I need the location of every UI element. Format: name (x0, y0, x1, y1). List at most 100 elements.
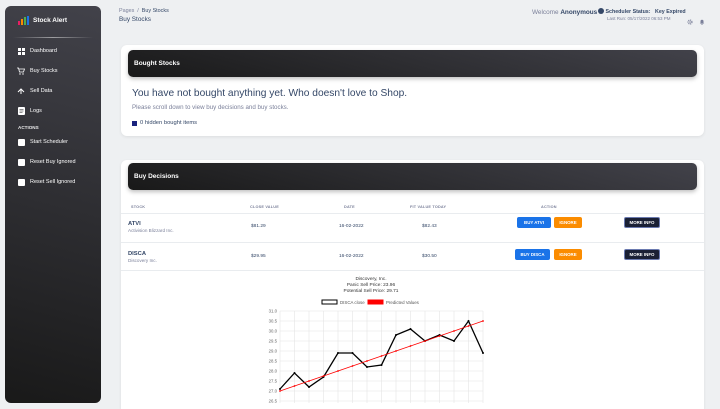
y-tick-label: 29.0 (269, 349, 278, 354)
scheduler-status-label: Scheduler Status: (605, 9, 651, 15)
sidebar-item-label: Logs (30, 108, 42, 114)
page-title: Buy Stocks (119, 16, 151, 23)
sidebar-item-reset-sell-ignored[interactable]: Reset Sell Ignored (5, 172, 101, 192)
stock-symbol: ATVI (128, 221, 141, 227)
y-tick-label: 31.0 (269, 309, 278, 314)
y-tick-label: 28.0 (269, 369, 278, 374)
data-point (467, 320, 470, 322)
fit-value: $82.43 (422, 224, 437, 229)
data-point (308, 380, 310, 382)
sidebar-item-sell-data[interactable]: Sell Data (5, 81, 101, 101)
sidebar-item-start-scheduler[interactable]: Start Scheduler (5, 132, 101, 152)
sidebar-item-label: Dashboard (30, 48, 57, 54)
chart-grid (279, 310, 484, 403)
buy-atvi-button[interactable]: BUY ATVI (517, 217, 551, 228)
chart-title-line: Potential Sell Price: 29.71 (344, 288, 399, 294)
brand[interactable]: Stock Alert (5, 6, 101, 34)
sell-icon (17, 87, 25, 95)
chart-title: Discovery, Inc.Panic Sell Price: 23.96Po… (344, 276, 399, 294)
more-info-atvi-button[interactable]: MORE INFO (624, 217, 660, 228)
square-icon (17, 178, 25, 186)
chart-title-line: Panic Sell Price: 23.96 (347, 282, 396, 288)
column-header-stock: STOCK (131, 205, 146, 209)
square-icon (132, 120, 137, 126)
data-point (337, 370, 339, 372)
user-name: Anonymous (560, 9, 598, 16)
data-point (409, 345, 412, 347)
data-point (337, 352, 339, 354)
y-tick-label: 29.5 (269, 339, 278, 344)
legend-swatch (367, 299, 384, 305)
legend-label: DISCA close (340, 300, 365, 305)
sidebar-item-reset-buy-ignored[interactable]: Reset Buy Ignored (5, 152, 101, 172)
column-header-action: ACTION (541, 205, 557, 209)
scheduler-status-value: Key Expired (655, 9, 686, 15)
y-tick-label: 28.5 (269, 359, 278, 364)
data-point (424, 340, 426, 342)
data-point (366, 366, 368, 368)
close-value: $81.29 (251, 224, 266, 229)
hidden-items-toggle[interactable]: 0 hidden bought items (132, 120, 197, 126)
y-tick-label: 27.0 (269, 389, 278, 394)
data-point (351, 365, 354, 367)
ignore-atvi-button[interactable]: IGNORE (554, 217, 582, 228)
data-point (482, 352, 484, 354)
company-name: Activision Blizzard Inc. (128, 228, 174, 233)
data-point (279, 388, 281, 390)
header-icons (687, 12, 705, 30)
chart-bars-icon (18, 15, 30, 25)
data-point (366, 360, 368, 362)
table-divider (121, 242, 704, 243)
ignore-disca-button[interactable]: IGNORE (554, 249, 582, 260)
column-header-date: DATE (344, 205, 355, 209)
chart-title-line: Discovery, Inc. (355, 276, 386, 282)
date-value: 16-02-2022 (339, 224, 364, 229)
welcome-label: Welcome (532, 9, 559, 16)
sidebar-item-dashboard[interactable]: Dashboard (5, 41, 101, 61)
data-point (279, 390, 281, 392)
buy-disca-button[interactable]: BUY DISCA (515, 249, 550, 260)
dashboard-icon (17, 47, 25, 55)
bell-icon[interactable] (699, 12, 705, 30)
sidebar: Stock Alert Dashboard Buy Stocks Sell Da… (5, 6, 101, 403)
y-tick-label: 30.0 (269, 329, 278, 334)
data-point (322, 375, 325, 377)
stock-symbol: DISCA (128, 251, 147, 257)
close-value: $29.95 (251, 254, 266, 259)
sidebar-item-label: Sell Data (30, 88, 53, 94)
clock-icon (598, 8, 604, 14)
chart-y-ticks: 31.0 30.5 30.0 29.5 29.0 28.5 28.0 27.5 27.0 26.5 (269, 309, 278, 404)
sidebar-item-label: Start Scheduler (30, 139, 68, 145)
brand-label: Stock Alert (33, 16, 68, 24)
data-point (395, 334, 397, 336)
data-point (453, 340, 455, 342)
data-point (482, 320, 484, 322)
date-value: 16-02-2022 (339, 254, 364, 259)
cart-icon (17, 67, 25, 75)
sidebar-item-label: Reset Buy Ignored (30, 159, 76, 165)
table-divider (121, 213, 704, 214)
table-divider (121, 270, 704, 271)
square-icon (17, 158, 25, 166)
gear-icon[interactable] (687, 12, 693, 30)
last-run: Last Run: 05/17/2022 06:53 PM (607, 16, 671, 21)
hidden-items-label: 0 hidden bought items (140, 120, 198, 126)
data-point (351, 352, 354, 354)
breadcrumb-pages[interactable]: Pages (119, 8, 134, 14)
data-point (293, 372, 296, 374)
data-point (395, 350, 397, 352)
data-point (380, 364, 383, 366)
logs-icon (17, 107, 25, 115)
fit-value: $30.50 (422, 254, 437, 259)
bought-stocks-header: Bought Stocks (128, 50, 697, 77)
data-point (453, 330, 455, 332)
sidebar-item-buy-stocks[interactable]: Buy Stocks (5, 61, 101, 81)
welcome-text: Welcome Anonymous (532, 9, 597, 16)
data-point (308, 386, 310, 388)
data-point (293, 385, 296, 387)
more-info-disca-button[interactable]: MORE INFO (624, 249, 660, 260)
legend-label: Predicted Values (386, 300, 420, 305)
breadcrumb: Pages / Buy Stocks (119, 8, 169, 14)
sidebar-item-logs[interactable]: Logs (5, 101, 101, 121)
sidebar-section-actions: ACTIONS (18, 125, 39, 130)
